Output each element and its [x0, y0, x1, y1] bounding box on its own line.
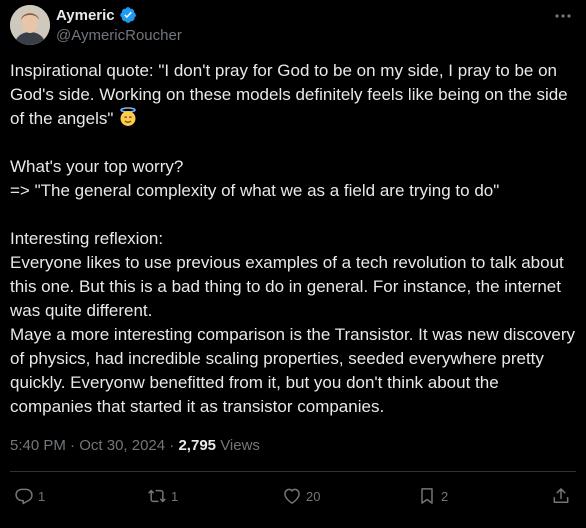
- reply-icon: [15, 488, 33, 505]
- angel-face-emoji-icon: [120, 107, 136, 126]
- repost-count: 1: [171, 488, 179, 504]
- share-icon: [553, 488, 569, 503]
- meta-separator: ·: [70, 437, 76, 454]
- verified-badge-icon: [119, 7, 136, 23]
- reply-button[interactable]: 1: [14, 472, 45, 520]
- tweet-time[interactable]: 5:40 PM: [10, 437, 66, 454]
- reply-count: 1: [38, 488, 46, 504]
- share-button[interactable]: [551, 472, 571, 520]
- tweet-text: Inspirational quote: "I don't pray for G…: [10, 59, 576, 419]
- meta-separator: ·: [169, 437, 175, 454]
- author-handle[interactable]: @AymericRoucher: [56, 27, 182, 44]
- tweet-text-part1: Inspirational quote: "I don't pray for G…: [10, 61, 573, 128]
- tweet-date[interactable]: Oct 30, 2024: [79, 437, 165, 454]
- views-label: Views: [220, 437, 260, 454]
- repost-button[interactable]: 1: [147, 472, 178, 520]
- author-name-row: Aymeric: [56, 6, 137, 24]
- tweet-meta: 5:40 PM · Oct 30, 2024 · 2,795 Views: [10, 437, 260, 454]
- tweet-text-part2: What's your top worry? => "The general c…: [10, 157, 576, 416]
- views-count: 2,795: [178, 437, 217, 454]
- bookmark-button[interactable]: 2: [417, 472, 448, 520]
- action-bar: 1 1 20 2: [0, 472, 586, 520]
- heart-icon: [284, 488, 300, 504]
- avatar[interactable]: [10, 5, 50, 45]
- bookmark-count: 2: [441, 488, 449, 504]
- avatar-image: [10, 5, 50, 45]
- like-count: 20: [306, 488, 321, 504]
- repost-icon: [148, 489, 166, 503]
- like-button[interactable]: 20: [282, 472, 320, 520]
- more-options-icon[interactable]: [553, 6, 573, 26]
- bookmark-icon: [421, 488, 433, 504]
- author-display-name[interactable]: Aymeric: [56, 7, 115, 24]
